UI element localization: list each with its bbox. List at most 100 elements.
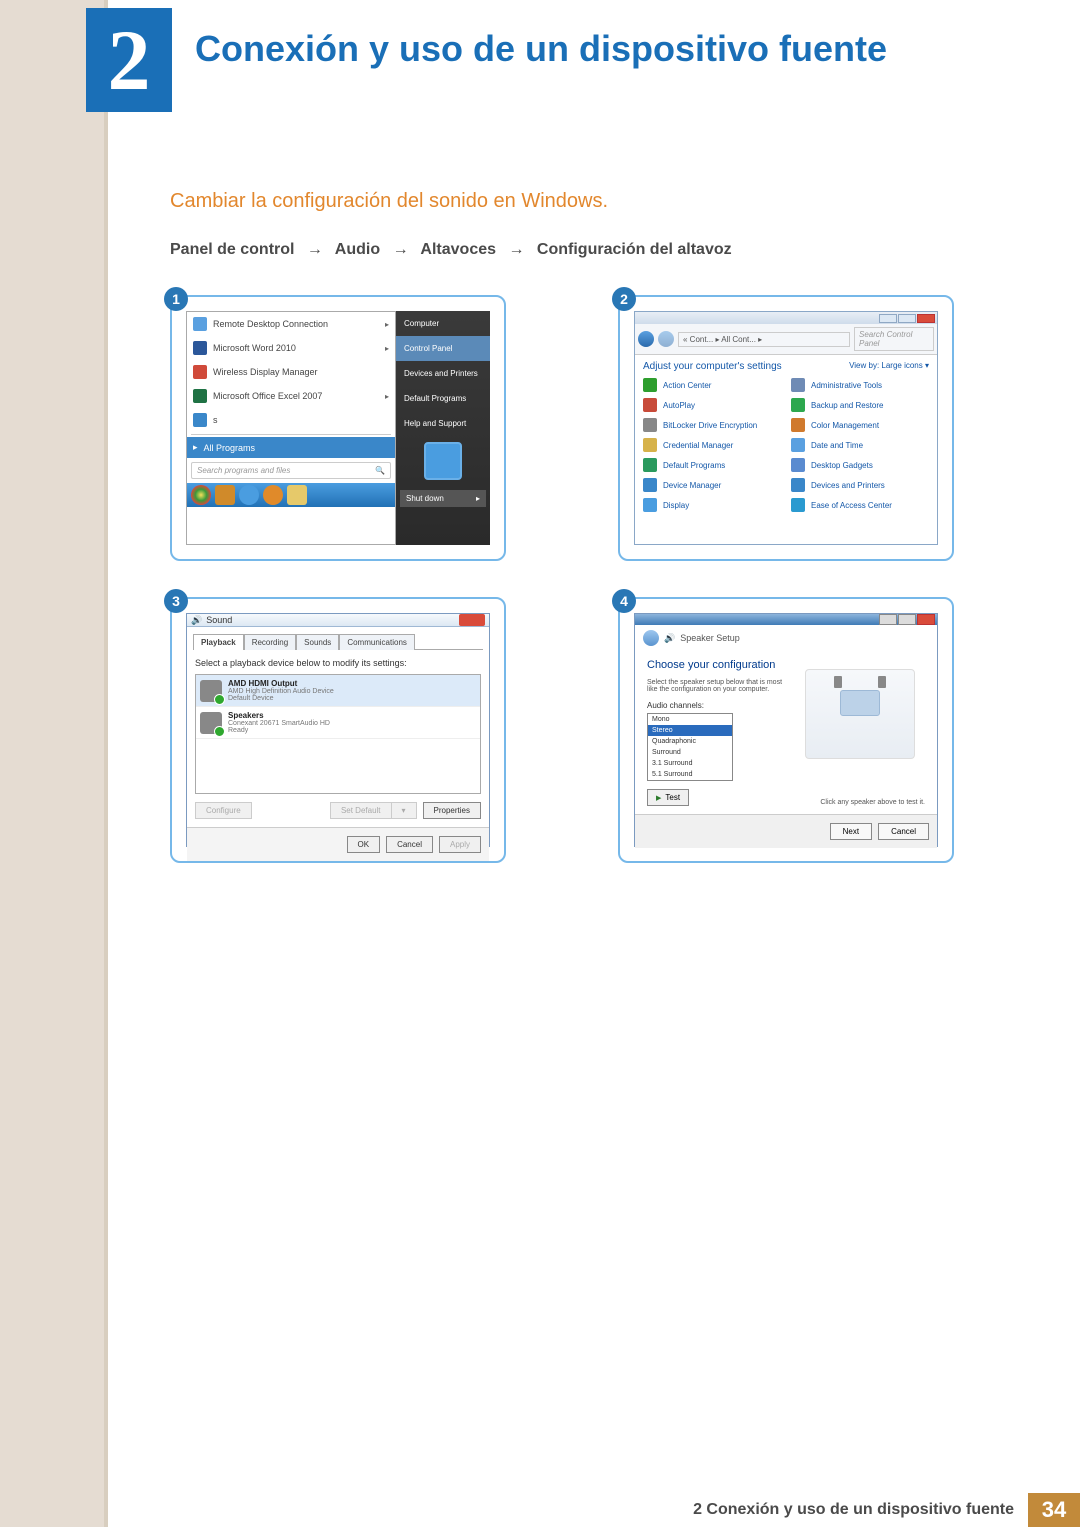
start-menu-item[interactable]: Microsoft Office Excel 2007▸ (187, 384, 395, 408)
speaker-setup-crumb: Speaker Setup (680, 633, 740, 643)
shutdown-button[interactable]: Shut down ▸ (400, 490, 486, 507)
channel-option[interactable]: 3.1 Surround (648, 758, 732, 769)
cp-icon (791, 478, 805, 492)
start-menu-item[interactable]: Wireless Display Manager (187, 360, 395, 384)
control-panel-item[interactable]: BitLocker Drive Encryption (643, 418, 781, 432)
nav-back-button[interactable] (638, 331, 654, 347)
close-button[interactable] (917, 314, 935, 323)
start-search-input[interactable]: Search programs and files 🔍 (191, 462, 391, 479)
channel-option[interactable]: 5.1 Surround (648, 780, 732, 781)
back-button[interactable] (643, 630, 659, 646)
taskbar-wmp-icon[interactable] (263, 485, 283, 505)
viewby-dropdown[interactable]: View by: Large icons ▾ (849, 361, 929, 372)
apply-button[interactable]: Apply (439, 836, 481, 853)
device-name: Speakers (228, 711, 330, 720)
item-label: s (213, 415, 389, 425)
control-panel-item[interactable]: Backup and Restore (791, 398, 929, 412)
section-heading: Cambiar la configuración del sonido en W… (170, 190, 990, 213)
playback-device[interactable]: AMD HDMI OutputAMD High Definition Audio… (196, 675, 480, 707)
nav-forward-button[interactable] (658, 331, 674, 347)
close-button[interactable] (917, 614, 935, 625)
start-right-item[interactable]: Control Panel (396, 336, 490, 361)
control-panel-item[interactable]: Action Center (643, 378, 781, 392)
start-right-item[interactable]: Computer (396, 311, 490, 336)
left-margin-shadow (104, 0, 108, 1527)
taskbar (187, 483, 395, 507)
channel-option[interactable]: Quadraphonic (648, 736, 732, 747)
properties-button[interactable]: Properties (423, 802, 481, 819)
minimize-button[interactable] (879, 314, 897, 323)
start-menu-item[interactable]: s (187, 408, 395, 432)
control-panel-item[interactable]: AutoPlay (643, 398, 781, 412)
sound-tab[interactable]: Communications (339, 634, 415, 650)
left-speaker-icon[interactable] (834, 676, 842, 688)
control-panel-item[interactable]: Administrative Tools (791, 378, 929, 392)
cp-item-label: AutoPlay (663, 401, 695, 410)
start-menu-item[interactable]: Microsoft Word 2010▸ (187, 336, 395, 360)
cancel-button[interactable]: Cancel (386, 836, 433, 853)
channel-option[interactable]: Mono (648, 714, 732, 725)
chevron-right-icon: ▸ (476, 494, 480, 503)
taskbar-explorer-icon[interactable] (287, 485, 307, 505)
step-number-badge: 4 (612, 589, 636, 613)
start-right-item[interactable]: Devices and Printers (396, 361, 490, 386)
sound-tab[interactable]: Playback (193, 634, 244, 650)
channel-option[interactable]: Stereo (648, 725, 732, 736)
start-right-item[interactable]: Help and Support (396, 411, 490, 436)
channel-option[interactable]: 5.1 Surround (648, 769, 732, 780)
control-panel-item[interactable]: Color Management (791, 418, 929, 432)
device-sub: AMD High Definition Audio Device (228, 688, 334, 695)
playback-device[interactable]: SpeakersConexant 20671 SmartAudio HDRead… (196, 707, 480, 739)
next-button[interactable]: Next (830, 823, 872, 840)
all-programs-item[interactable]: All Programs (187, 437, 395, 458)
minimize-button[interactable] (879, 614, 897, 625)
control-panel-item[interactable]: Devices and Printers (791, 478, 929, 492)
sound-tab[interactable]: Sounds (296, 634, 339, 650)
audio-channels-label: Audio channels: (647, 701, 783, 710)
step-number-badge: 3 (164, 589, 188, 613)
right-speaker-icon[interactable] (878, 676, 886, 688)
cp-icon (791, 458, 805, 472)
taskbar-ie-icon[interactable] (239, 485, 259, 505)
control-panel-item[interactable]: Display (643, 498, 781, 512)
set-default-button[interactable]: Set Default (330, 802, 391, 819)
search-input[interactable]: Search Control Panel (854, 327, 934, 351)
speaker-icon: 🔊 (191, 615, 202, 626)
taskbar-icon[interactable] (215, 485, 235, 505)
control-panel-item[interactable]: Default Programs (643, 458, 781, 472)
control-panel-item[interactable]: Credential Manager (643, 438, 781, 452)
ok-button[interactable]: OK (347, 836, 381, 853)
address-bar[interactable]: « Cont... ▸ All Cont... ▸ (678, 332, 850, 347)
speaker-layout-preview (805, 669, 915, 759)
start-orb-icon[interactable] (191, 485, 211, 505)
cp-item-label: Desktop Gadgets (811, 461, 873, 470)
start-menu-left: Remote Desktop Connection▸Microsoft Word… (186, 311, 396, 545)
cp-icon (643, 498, 657, 512)
window-titlebar (635, 312, 937, 324)
step-1-start-menu: 1 Remote Desktop Connection▸Microsoft Wo… (170, 295, 506, 561)
configure-button[interactable]: Configure (195, 802, 252, 819)
control-panel-item[interactable]: Date and Time (791, 438, 929, 452)
cp-icon (643, 378, 657, 392)
cp-item-label: Display (663, 501, 689, 510)
device-list[interactable]: AMD HDMI OutputAMD High Definition Audio… (195, 674, 481, 794)
set-default-dropdown[interactable]: ▾ (391, 802, 417, 819)
start-menu-item[interactable]: Remote Desktop Connection▸ (187, 312, 395, 336)
maximize-button[interactable] (898, 614, 916, 625)
start-right-item[interactable]: Default Programs (396, 386, 490, 411)
test-button[interactable]: Test (647, 789, 689, 806)
channel-option[interactable]: Surround (648, 747, 732, 758)
audio-channels-list[interactable]: MonoStereoQuadraphonicSurround3.1 Surrou… (647, 713, 733, 781)
cp-icon (791, 438, 805, 452)
control-panel-item[interactable]: Desktop Gadgets (791, 458, 929, 472)
control-panel-item[interactable]: Device Manager (643, 478, 781, 492)
cp-item-label: Backup and Restore (811, 401, 884, 410)
maximize-button[interactable] (898, 314, 916, 323)
control-panel-item[interactable]: Ease of Access Center (791, 498, 929, 512)
cancel-button[interactable]: Cancel (878, 823, 929, 840)
cp-icon (791, 378, 805, 392)
cp-icon (643, 418, 657, 432)
play-icon (656, 793, 661, 802)
sound-tab[interactable]: Recording (244, 634, 296, 650)
close-button[interactable] (459, 614, 485, 626)
